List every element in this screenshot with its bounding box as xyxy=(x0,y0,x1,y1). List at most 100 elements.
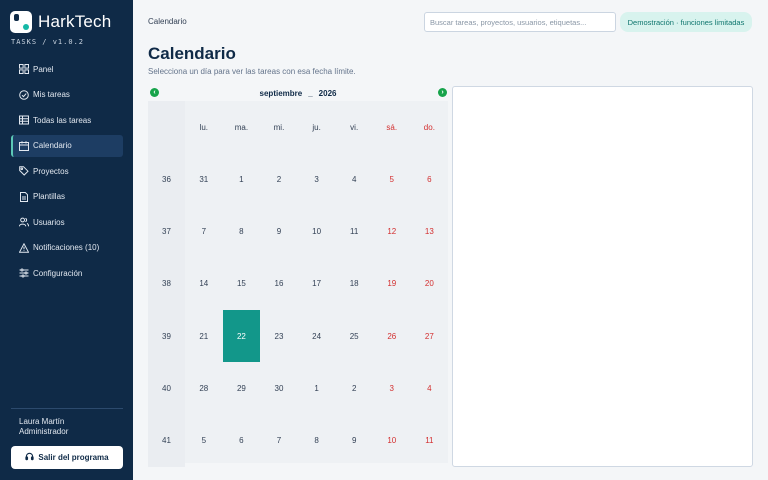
calendar-day[interactable]: 21 xyxy=(185,310,223,362)
calendar-day[interactable]: 1 xyxy=(298,362,336,414)
logout-button[interactable]: Salir del programa xyxy=(11,446,123,469)
weekday-header: do. xyxy=(423,122,435,132)
brand[interactable]: HarkTech xyxy=(10,11,111,33)
day-tasks-panel xyxy=(452,86,753,467)
calendar-day[interactable]: 11 xyxy=(335,205,373,257)
sidebar-item-label: Proyectos xyxy=(33,166,69,176)
calendar-day[interactable]: 20 xyxy=(411,258,449,310)
weekday-header: ju. xyxy=(312,122,321,132)
calendar-day[interactable]: 12 xyxy=(373,205,411,257)
calendar-day[interactable]: 6 xyxy=(223,414,261,466)
page-subtitle: Selecciona un día para ver las tareas co… xyxy=(148,67,356,76)
calendar-day[interactable]: 7 xyxy=(260,414,298,466)
calendar-day[interactable]: 17 xyxy=(298,258,336,310)
calendar-day[interactable]: 7 xyxy=(185,205,223,257)
app-version: TASKS / v1.0.2 xyxy=(11,38,85,46)
calendar-day[interactable]: 13 xyxy=(411,205,449,257)
logout-label: Salir del programa xyxy=(38,453,109,462)
next-month-button[interactable]: › xyxy=(438,88,447,97)
calendar-day[interactable]: 28 xyxy=(185,362,223,414)
weekday-header: ma. xyxy=(234,122,249,132)
calendar-day[interactable]: 8 xyxy=(223,205,261,257)
calendar-day[interactable]: 4 xyxy=(411,362,449,414)
sidebar-item-notifications[interactable]: Notificaciones (10) xyxy=(11,237,123,259)
calendar-day[interactable]: 4 xyxy=(335,153,373,205)
calendar: ‹ septiembre _ 2026 › lu. ma. mi. ju. vi. sá. do… xyxy=(148,86,449,467)
tags-icon xyxy=(19,166,29,176)
sidebar: HarkTech TASKS / v1.0.2 Panel Mis tareas… xyxy=(0,0,133,480)
calendar-day[interactable]: 6 xyxy=(411,153,449,205)
calendar-day[interactable]: 8 xyxy=(298,414,336,466)
calendar-day[interactable]: 3 xyxy=(373,362,411,414)
app-logo xyxy=(10,11,32,33)
calendar-day[interactable]: 26 xyxy=(373,310,411,362)
sidebar-item-users[interactable]: Usuarios xyxy=(11,211,123,233)
calendar-day[interactable]: 30 xyxy=(260,362,298,414)
calendar-day[interactable]: 29 xyxy=(223,362,261,414)
users-icon xyxy=(19,217,29,227)
sidebar-item-my-tasks[interactable]: Mis tareas xyxy=(11,84,123,106)
table-icon xyxy=(19,115,29,125)
calendar-day[interactable]: 3 xyxy=(298,153,336,205)
week-number: 38 xyxy=(148,257,185,310)
calendar-day[interactable]: 27 xyxy=(411,310,449,362)
sidebar-item-label: Usuarios xyxy=(33,217,65,227)
search-input[interactable] xyxy=(424,12,616,32)
sidebar-item-label: Panel xyxy=(33,64,54,74)
sidebar-item-label: Notificaciones (10) xyxy=(33,243,100,252)
headset-icon xyxy=(25,452,35,463)
calendar-header: ‹ septiembre _ 2026 › xyxy=(148,86,448,100)
sidebar-item-projects[interactable]: Proyectos xyxy=(11,160,123,182)
sidebar-item-label: Calendario xyxy=(33,141,72,150)
calendar-day[interactable]: 2 xyxy=(335,362,373,414)
sidebar-item-panel[interactable]: Panel xyxy=(11,58,123,80)
calendar-day[interactable]: 1 xyxy=(223,153,261,205)
calendar-day[interactable]: 11 xyxy=(411,414,449,466)
check-circle-icon xyxy=(19,89,29,100)
calendar-day[interactable]: 10 xyxy=(373,414,411,466)
weekday-header: sá. xyxy=(386,122,398,132)
calendar-day[interactable]: 31 xyxy=(185,153,223,205)
calendar-day[interactable]: 18 xyxy=(335,258,373,310)
weekday-header: lu. xyxy=(199,122,209,132)
calendar-icon xyxy=(19,140,29,151)
sidebar-item-label: Todas las tareas xyxy=(33,115,92,125)
sliders-icon xyxy=(19,268,29,278)
warning-icon xyxy=(19,242,29,253)
calendar-day[interactable]: 2 xyxy=(260,153,298,205)
user-role: Administrador xyxy=(19,427,69,436)
calendar-day[interactable]: 5 xyxy=(185,414,223,466)
calendar-day[interactable]: 16 xyxy=(260,258,298,310)
calendar-day[interactable]: 9 xyxy=(260,205,298,257)
sidebar-item-calendar[interactable]: Calendario xyxy=(11,134,123,157)
calendar-day[interactable]: 19 xyxy=(373,258,411,310)
sidebar-nav: Panel Mis tareas Todas las tareas Calend… xyxy=(11,58,123,288)
weekday-header: vi. xyxy=(350,122,359,132)
week-number-header xyxy=(148,101,185,153)
sidebar-item-label: Mis tareas xyxy=(33,90,70,99)
sidebar-item-templates[interactable]: Plantillas xyxy=(11,186,123,208)
sidebar-divider xyxy=(11,408,123,409)
year-label[interactable]: 2026 xyxy=(319,89,337,98)
calendar-day[interactable]: 25 xyxy=(335,310,373,362)
calendar-day[interactable]: 24 xyxy=(298,310,336,362)
week-number: 37 xyxy=(148,205,185,258)
calendar-day[interactable]: 5 xyxy=(373,153,411,205)
month-label[interactable]: septiembre xyxy=(260,89,303,98)
calendar-grid: lu. ma. mi. ju. vi. sá. do. 36 31 1 2 3 4 5 6 37 7 8 9 10 11… xyxy=(148,101,449,467)
grid-icon xyxy=(19,64,29,74)
calendar-day[interactable]: 15 xyxy=(223,258,261,310)
calendar-day[interactable]: 22 xyxy=(222,309,261,363)
calendar-day[interactable]: 9 xyxy=(335,414,373,466)
calendar-day[interactable]: 10 xyxy=(298,205,336,257)
week-number: 36 xyxy=(148,153,185,206)
sidebar-item-settings[interactable]: Configuración xyxy=(11,262,123,284)
current-user: Laura Martín Administrador xyxy=(19,417,68,437)
week-number: 39 xyxy=(148,309,185,363)
week-number: 40 xyxy=(148,362,185,415)
month-year-separator: _ xyxy=(308,89,313,98)
calendar-day[interactable]: 23 xyxy=(260,310,298,362)
user-name: Laura Martín xyxy=(19,417,65,426)
calendar-day[interactable]: 14 xyxy=(185,258,223,310)
sidebar-item-all-tasks[interactable]: Todas las tareas xyxy=(11,109,123,131)
